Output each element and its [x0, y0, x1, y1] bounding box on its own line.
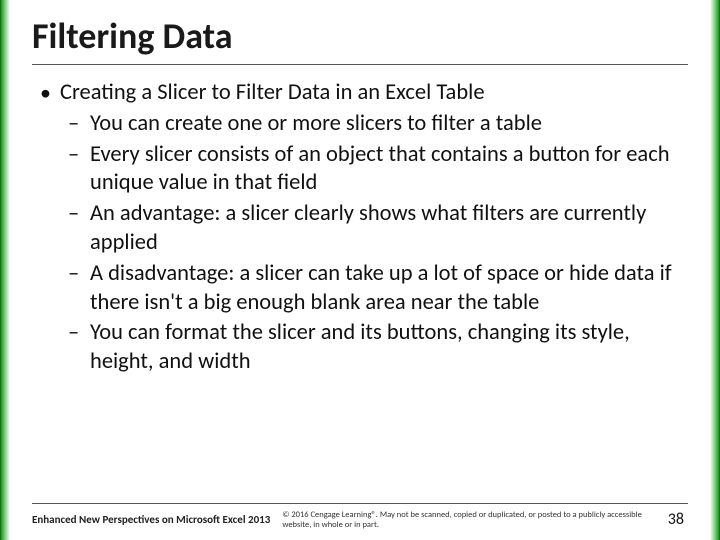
footer-book-title: Enhanced New Perspectives on Microsoft E…	[32, 513, 270, 526]
slide-left-border	[0, 0, 10, 540]
bullet-level2: You can create one or more slicers to fi…	[90, 110, 688, 139]
slide-body: Filtering Data Creating a Slicer to Filt…	[10, 0, 710, 540]
footer-copyright: © 2016 Cengage Learning®. May not be sca…	[282, 510, 655, 530]
bullet-text: Creating a Slicer to Filter Data in an E…	[60, 79, 485, 106]
footer-page-number: 38	[668, 510, 688, 529]
slide-footer: Enhanced New Perspectives on Microsoft E…	[32, 503, 688, 540]
bullet-level1: Creating a Slicer to Filter Data in an E…	[60, 79, 688, 377]
slide-content: Creating a Slicer to Filter Data in an E…	[32, 79, 688, 503]
bullet-text: Every slicer consists of an object that …	[90, 141, 670, 197]
bullet-text: You can create one or more slicers to fi…	[90, 110, 542, 137]
slide-title: Filtering Data	[32, 14, 688, 65]
bullet-level2: An advantage: a slicer clearly shows wha…	[90, 200, 688, 258]
bullet-text: A disadvantage: a slicer can take up a l…	[90, 260, 672, 316]
bullet-level2: Every slicer consists of an object that …	[90, 141, 688, 199]
slide-right-border	[710, 0, 720, 540]
bullet-level2: A disadvantage: a slicer can take up a l…	[90, 260, 688, 318]
bullet-text: An advantage: a slicer clearly shows wha…	[90, 200, 646, 256]
bullet-text: You can format the slicer and its button…	[90, 319, 630, 375]
bullet-level2: You can format the slicer and its button…	[90, 319, 688, 377]
